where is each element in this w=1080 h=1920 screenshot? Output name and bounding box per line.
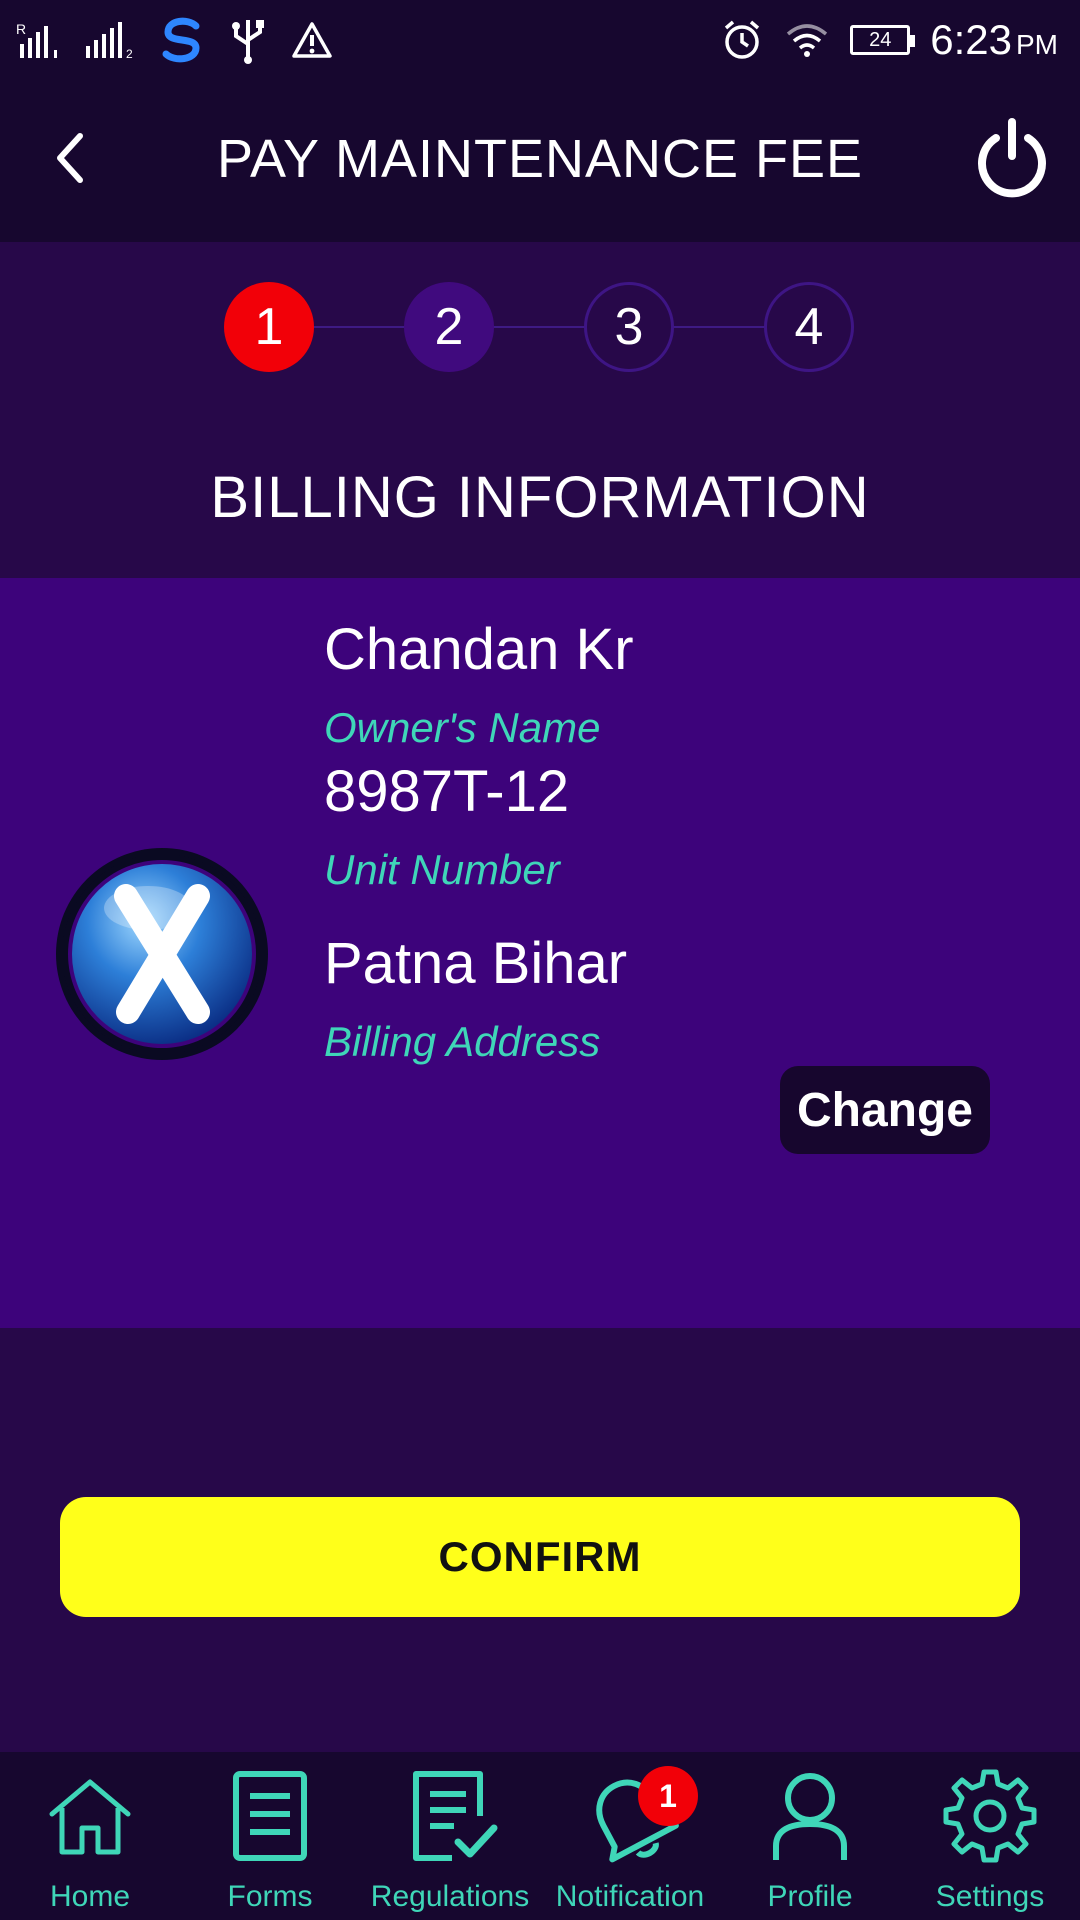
- step-3[interactable]: 3: [584, 282, 674, 372]
- owner-name-label: Owner's Name: [324, 704, 601, 751]
- app-header: PAY MAINTENANCE FEE: [0, 78, 1080, 242]
- warning-icon: [292, 22, 332, 58]
- billing-address-label: Billing Address: [324, 1018, 601, 1065]
- power-icon: [978, 118, 1046, 198]
- gear-icon: [943, 1769, 1037, 1863]
- nav-home[interactable]: Home: [0, 1752, 180, 1920]
- stepper-line: [269, 326, 811, 328]
- x-logo-icon: [62, 854, 262, 1054]
- nav-home-label: Home: [49, 1880, 131, 1913]
- clock-time: 6:23: [930, 16, 1012, 63]
- nav-settings[interactable]: Settings: [900, 1752, 1080, 1920]
- step-1[interactable]: 1: [224, 282, 314, 372]
- nav-profile[interactable]: Profile: [720, 1752, 900, 1920]
- nav-notification[interactable]: 1 Notification: [540, 1752, 720, 1920]
- nav-settings-label: Settings: [935, 1880, 1045, 1913]
- section-title: BILLING INFORMATION: [210, 465, 870, 530]
- bottom-nav: Home Forms Regulations 1 Notification Pr…: [0, 1752, 1080, 1920]
- nav-regulations-label: Regulations: [370, 1880, 530, 1913]
- regulations-icon: [413, 1771, 498, 1861]
- nav-profile-label: Profile: [767, 1880, 853, 1913]
- step-4[interactable]: 4: [764, 282, 854, 372]
- wifi-icon: [787, 24, 828, 57]
- unit-number-label: Unit Number: [324, 846, 560, 893]
- notification-badge: 1: [638, 1766, 698, 1826]
- change-button[interactable]: Change: [780, 1066, 990, 1154]
- avatar: [56, 848, 268, 1060]
- unit-number: 8987T-12: [324, 759, 570, 824]
- step-2[interactable]: 2: [404, 282, 494, 372]
- progress-stepper: 1 2 3 4: [224, 282, 856, 372]
- confirm-button[interactable]: CONFIRM: [60, 1497, 1020, 1617]
- clock-ampm: PM: [1016, 29, 1058, 60]
- billing-card: Chandan Kr Owner's Name 8987T-12 Unit Nu…: [0, 578, 1080, 1328]
- page-title: PAY MAINTENANCE FEE: [216, 129, 864, 189]
- forms-icon: [233, 1771, 307, 1861]
- svg-text:R: R: [16, 21, 26, 37]
- nav-forms-label: Forms: [227, 1880, 313, 1913]
- signal-2-icon: 2: [86, 22, 133, 60]
- owner-name: Chandan Kr: [324, 617, 634, 682]
- nav-regulations[interactable]: Regulations: [360, 1752, 540, 1920]
- svg-text:2: 2: [126, 47, 133, 60]
- stepper-area: 1 2 3 4 BILLING INFORMATION: [0, 242, 1080, 578]
- alarm-icon: [725, 20, 760, 59]
- s-app-icon: [162, 17, 200, 63]
- profile-icon: [773, 1773, 847, 1860]
- battery-icon: 24: [850, 25, 916, 55]
- nav-notification-label: Notification: [555, 1880, 705, 1913]
- billing-address: Patna Bihar: [324, 931, 628, 996]
- clock: 6:23 PM: [930, 16, 1058, 64]
- status-icons-left: R 2: [16, 12, 334, 68]
- nav-forms[interactable]: Forms: [180, 1752, 360, 1920]
- status-bar: R 2 24 6:23 PM: [0, 0, 1080, 78]
- status-icons-right: 24 6:23 PM: [720, 12, 1058, 68]
- signal-r-icon: R: [16, 21, 57, 58]
- app-screen: R 2 24 6:23 PM PAY MAINTENANCE FEE 1 2 3…: [0, 0, 1080, 1920]
- logout-button[interactable]: [972, 116, 1052, 200]
- home-icon: [49, 1779, 131, 1855]
- usb-icon: [232, 20, 264, 64]
